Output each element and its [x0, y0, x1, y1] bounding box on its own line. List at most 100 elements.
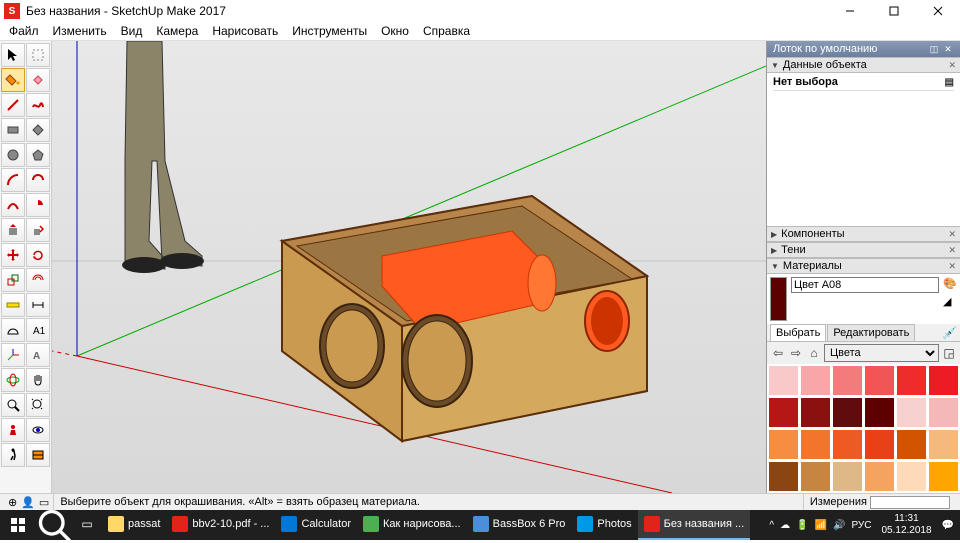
material-preview-swatch[interactable] [770, 277, 787, 321]
color-swatch[interactable] [832, 461, 863, 492]
tab-select[interactable]: Выбрать [770, 324, 826, 341]
tool-position-camera[interactable] [1, 418, 25, 442]
tool-3d-text[interactable]: A [26, 343, 50, 367]
color-swatch[interactable] [864, 429, 895, 460]
status-geo-icon[interactable]: ⊕ [8, 496, 17, 509]
menu-window[interactable]: Окно [374, 22, 416, 40]
status-person-icon[interactable]: 👤 [21, 496, 35, 509]
taskbar-app[interactable]: bbv2-10.pdf - ... [166, 510, 275, 540]
color-swatch[interactable] [800, 429, 831, 460]
panel-components[interactable]: ▶Компоненты✕ [767, 226, 960, 242]
task-view-button[interactable]: ▭ [72, 510, 102, 540]
menu-edit[interactable]: Изменить [46, 22, 114, 40]
tool-move[interactable] [1, 243, 25, 267]
color-swatch[interactable] [768, 365, 799, 396]
tool-scale[interactable] [1, 268, 25, 292]
color-swatch[interactable] [896, 365, 927, 396]
tray-lang[interactable]: РУС [851, 520, 871, 531]
taskbar-app[interactable]: Photos [571, 510, 637, 540]
color-swatch[interactable] [832, 429, 863, 460]
tool-circle[interactable] [1, 143, 25, 167]
tool-look-around[interactable] [26, 418, 50, 442]
tool-walk[interactable] [1, 443, 25, 467]
tool-dimension[interactable] [26, 293, 50, 317]
tool-arc[interactable] [1, 168, 25, 192]
search-button[interactable] [36, 510, 72, 540]
tool-pan[interactable] [26, 368, 50, 392]
tray-cloud-icon[interactable]: ☁ [780, 520, 790, 531]
tool-rectangle[interactable] [1, 118, 25, 142]
material-name-input[interactable] [791, 277, 939, 293]
tab-edit[interactable]: Редактировать [827, 324, 915, 341]
notification-icon[interactable]: 💬 [942, 520, 954, 531]
color-swatch[interactable] [896, 429, 927, 460]
menu-camera[interactable]: Камера [149, 22, 205, 40]
tool-pie[interactable] [26, 193, 50, 217]
tool-eraser[interactable] [26, 68, 50, 92]
entity-detail-icon[interactable]: ▤ [945, 77, 954, 88]
3d-viewport[interactable] [52, 41, 766, 493]
minimize-button[interactable] [828, 0, 872, 22]
measurements-input[interactable] [870, 496, 950, 509]
nav-fwd-icon[interactable]: ⇨ [788, 345, 804, 361]
color-swatch[interactable] [864, 365, 895, 396]
menu-view[interactable]: Вид [114, 22, 150, 40]
tool-offset[interactable] [26, 268, 50, 292]
tray-wifi-icon[interactable]: 📶 [815, 520, 827, 531]
menu-help[interactable]: Справка [416, 22, 477, 40]
tray-pin-icon[interactable]: ◫ [928, 43, 940, 55]
taskbar-app[interactable]: Как нарисова... [357, 510, 467, 540]
tool-rotated-rect[interactable] [26, 118, 50, 142]
color-swatch[interactable] [928, 461, 959, 492]
material-secondary-icon[interactable]: ◢ [943, 295, 957, 309]
nav-detail-icon[interactable]: ◲ [941, 345, 957, 361]
color-swatch[interactable] [800, 397, 831, 428]
tray-volume-icon[interactable]: 🔊 [833, 520, 845, 531]
tool-zoom[interactable] [1, 393, 25, 417]
close-button[interactable] [916, 0, 960, 22]
panel-materials[interactable]: ▼Материалы✕ [767, 258, 960, 274]
tool-2pt-arc[interactable] [26, 168, 50, 192]
nav-home-icon[interactable]: ⌂ [806, 345, 822, 361]
tool-paint-bucket[interactable] [1, 68, 25, 92]
tool-orbit[interactable] [1, 368, 25, 392]
panel-shadows[interactable]: ▶Тени✕ [767, 242, 960, 258]
tool-freehand[interactable] [26, 93, 50, 117]
color-swatch[interactable] [864, 461, 895, 492]
material-library-select[interactable]: Цвета [824, 344, 939, 362]
taskbar-app[interactable]: BassBox 6 Pro [467, 510, 572, 540]
start-button[interactable] [0, 510, 36, 540]
taskbar-app[interactable]: Calculator [275, 510, 357, 540]
tool-pushpull[interactable] [1, 218, 25, 242]
tool-3pt-arc[interactable] [1, 193, 25, 217]
taskbar-clock[interactable]: 11:31 05.12.2018 [877, 513, 935, 537]
tool-section[interactable] [26, 443, 50, 467]
color-swatch[interactable] [768, 397, 799, 428]
color-swatch[interactable] [928, 397, 959, 428]
menu-file[interactable]: Файл [2, 22, 46, 40]
color-swatch[interactable] [768, 429, 799, 460]
color-swatch[interactable] [800, 365, 831, 396]
color-swatch[interactable] [864, 397, 895, 428]
eyedropper-icon[interactable]: 💉 [942, 326, 957, 340]
tool-follow-me[interactable] [26, 218, 50, 242]
tray-up-icon[interactable]: ^ [769, 520, 774, 531]
color-swatch[interactable] [928, 429, 959, 460]
menu-draw[interactable]: Нарисовать [205, 22, 285, 40]
panel-entity-info[interactable]: ▼Данные объекта✕ [767, 57, 960, 73]
tool-zoom-extents[interactable] [26, 393, 50, 417]
tool-line[interactable] [1, 93, 25, 117]
tool-select[interactable] [1, 43, 25, 67]
color-swatch[interactable] [896, 397, 927, 428]
color-swatch[interactable] [768, 461, 799, 492]
nav-back-icon[interactable]: ⇦ [770, 345, 786, 361]
tray-battery-icon[interactable]: 🔋 [796, 520, 808, 531]
color-swatch[interactable] [832, 397, 863, 428]
tool-protractor[interactable] [1, 318, 25, 342]
tool-rotate[interactable] [26, 243, 50, 267]
tool-axes[interactable] [1, 343, 25, 367]
material-create-icon[interactable]: 🎨 [943, 277, 957, 291]
tool-polygon[interactable] [26, 143, 50, 167]
color-swatch[interactable] [928, 365, 959, 396]
color-swatch[interactable] [832, 365, 863, 396]
